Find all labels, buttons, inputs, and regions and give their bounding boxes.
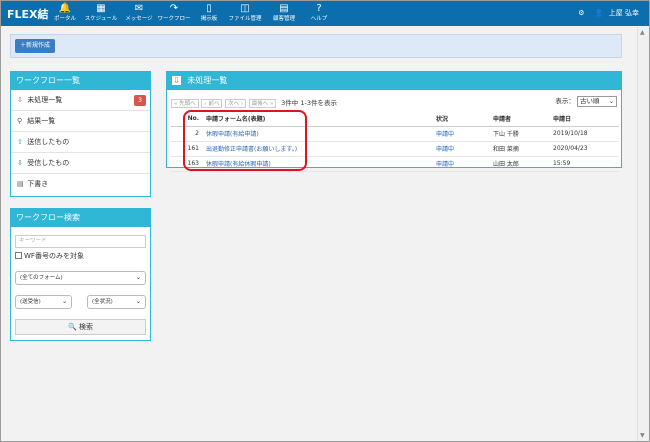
search-button[interactable]: 🔍 検索: [15, 319, 146, 335]
sort-label: 表示：: [555, 97, 575, 105]
workflow-search-title: ワークフロー検索: [11, 209, 150, 227]
row-applicant: 山田 太郎: [490, 156, 550, 172]
col-header-applicant: 申請者: [490, 112, 550, 127]
row-date: 2020/04/23: [550, 141, 619, 157]
pager-last-button[interactable]: 最後へ »: [248, 99, 277, 108]
send-receive-select-value: (送受信): [20, 299, 41, 305]
wf-number-only-checkbox[interactable]: WF番号のみを対象: [15, 251, 84, 261]
workflow-list-panel: ワークフロー一覧 ⇩ 未処理一覧 3 ⚲ 結果一覧 ⇧ 送信したもの ⇩ 受信し…: [10, 71, 151, 197]
nav-workflow[interactable]: ↷ ワークフロー: [154, 3, 194, 23]
nav-bulletin[interactable]: ▯ 掲示板: [189, 3, 229, 23]
scroll-down-icon[interactable]: ▼: [640, 432, 645, 439]
app-logo[interactable]: FLEX結: [7, 6, 49, 22]
col-header-date: 申請日: [550, 112, 619, 127]
col-header-status: 状況: [433, 112, 490, 127]
nav-schedule[interactable]: ▦ スケジュール: [81, 3, 121, 23]
top-navigation-bar: FLEX結 🔔 ポータル ▦ スケジュール ✉ メッセージ ↷ ワークフロー ▯…: [1, 1, 649, 26]
sidebar-item-results[interactable]: ⚲ 結果一覧: [11, 111, 150, 132]
action-toolbar: ＋新規作成: [10, 34, 622, 58]
download-icon: ⇩: [172, 76, 181, 85]
nav-portal-label: ポータル: [53, 16, 76, 22]
bell-icon: 🔔: [58, 3, 72, 14]
search-button-label: 検索: [78, 323, 93, 331]
inbox-download-icon: ⇩: [17, 159, 23, 167]
user-icon: 👤: [594, 9, 604, 17]
workflow-icon: ↷: [169, 3, 179, 14]
settings-icon[interactable]: ⚙: [578, 9, 584, 17]
envelope-icon: ✉: [134, 3, 144, 14]
pagination: « 先頭へ ‹ 前へ 次へ › 最後へ » 3件中 1-3件を表示: [171, 97, 337, 108]
result-count: 3件中 1-3件を表示: [281, 99, 337, 107]
status-select[interactable]: (全状況) ⌄: [87, 295, 146, 309]
highlight-annotation: [183, 110, 307, 171]
new-create-button[interactable]: ＋新規作成: [15, 39, 56, 53]
nav-portal[interactable]: 🔔 ポータル: [45, 3, 85, 23]
sort-order-value: 古い順: [580, 97, 600, 105]
nav-bulletin-label: 掲示板: [200, 16, 218, 22]
row-applicant: 下山 千勝: [490, 126, 550, 142]
vertical-scrollbar[interactable]: ▲ ▼: [637, 27, 649, 441]
chevron-down-icon: ⌄: [608, 98, 614, 105]
sidebar-item-label: 送信したもの: [27, 138, 70, 146]
upload-icon: ⇧: [17, 138, 23, 146]
sort-order-select[interactable]: 古い順 ⌄: [577, 96, 617, 107]
folder-icon: ◫: [240, 3, 250, 14]
form-select[interactable]: (全てのフォーム) ⌄: [15, 271, 146, 285]
result-icon: ⚲: [17, 117, 23, 125]
nav-customer[interactable]: ▤ 顧客管理: [264, 3, 304, 23]
document-icon: ▤: [17, 180, 24, 188]
sidebar-item-label: 受信したもの: [27, 159, 70, 167]
download-icon: ⇩: [17, 96, 23, 104]
pager-prev-button[interactable]: ‹ 前へ: [201, 99, 223, 108]
row-date: 15:59: [550, 156, 619, 172]
nav-customer-label: 顧客管理: [272, 16, 295, 22]
nav-file-label: ファイル管理: [228, 16, 262, 22]
sidebar-item-sent[interactable]: ⇧ 送信したもの: [11, 132, 150, 153]
row-status: 申請中: [433, 141, 490, 157]
pending-count-badge: 3: [134, 95, 146, 106]
search-icon: 🔍: [68, 323, 77, 331]
nav-help[interactable]: ? ヘルプ: [299, 3, 339, 23]
calendar-icon: ▦: [96, 3, 106, 14]
customer-list-icon: ▤: [279, 3, 289, 14]
nav-schedule-label: スケジュール: [84, 16, 118, 22]
scroll-up-icon[interactable]: ▲: [640, 29, 645, 36]
sort-display: 表示： 古い順 ⌄: [555, 95, 617, 107]
status-select-value: (全状況): [92, 299, 113, 305]
bulletin-board-icon: ▯: [206, 3, 212, 14]
send-receive-select[interactable]: (送受信) ⌄: [15, 295, 72, 309]
row-date: 2019/10/18: [550, 126, 619, 142]
checkbox-box[interactable]: [15, 252, 22, 259]
nav-help-label: ヘルプ: [310, 16, 328, 22]
nav-file[interactable]: ◫ ファイル管理: [225, 3, 265, 23]
sidebar-item-drafts[interactable]: ▤ 下書き: [11, 174, 150, 195]
pending-list-header: ⇩ 未処理一覧: [167, 72, 621, 90]
help-icon: ?: [316, 3, 322, 14]
keyword-input[interactable]: キーワード: [15, 235, 146, 248]
row-applicant: 和田 菜摘: [490, 141, 550, 157]
chevron-down-icon: ⌄: [135, 274, 141, 281]
row-status: 申請中: [433, 126, 490, 142]
checkbox-label: WF番号のみを対象: [24, 252, 84, 260]
pager-first-button[interactable]: « 先頭へ: [171, 99, 199, 108]
chevron-down-icon: ⌄: [135, 298, 141, 305]
sidebar-item-label: 結果一覧: [27, 117, 56, 125]
row-status: 申請中: [433, 156, 490, 172]
form-select-value: (全てのフォーム): [20, 275, 63, 281]
nav-message-label: メッセージ: [125, 16, 153, 22]
sidebar-item-pending[interactable]: ⇩ 未処理一覧 3: [11, 90, 150, 111]
sidebar-item-label: 下書き: [27, 180, 49, 188]
nav-workflow-label: ワークフロー: [157, 16, 191, 22]
workflow-list-title: ワークフロー一覧: [11, 72, 150, 90]
sidebar-item-received[interactable]: ⇩ 受信したもの: [11, 153, 150, 174]
nav-message[interactable]: ✉ メッセージ: [119, 3, 159, 23]
workflow-search-panel: ワークフロー検索 キーワード WF番号のみを対象 (全てのフォーム) ⌄ (送受…: [10, 208, 151, 341]
pager-next-button[interactable]: 次へ ›: [225, 99, 247, 108]
user-name[interactable]: 上屋 弘幸: [609, 9, 639, 17]
pending-list-title: 未処理一覧: [187, 76, 228, 85]
user-area: ⚙ 👤 上屋 弘幸: [570, 8, 639, 18]
chevron-down-icon: ⌄: [61, 298, 67, 305]
sidebar-item-label: 未処理一覧: [27, 96, 63, 104]
